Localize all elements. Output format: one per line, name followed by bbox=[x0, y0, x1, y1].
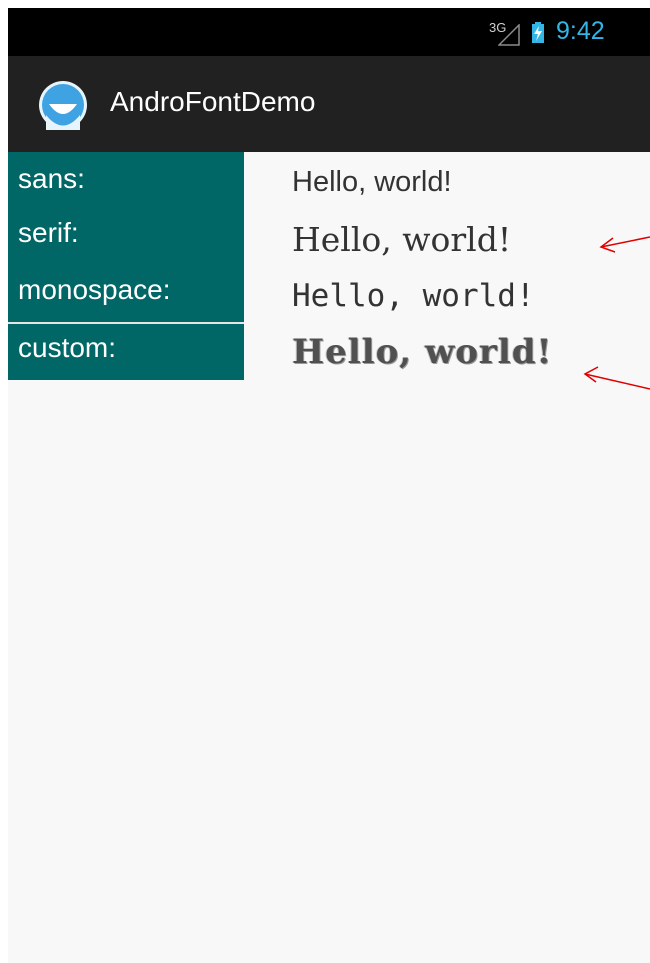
app-title: AndroFontDemo bbox=[110, 86, 316, 117]
label-sans: sans: bbox=[18, 163, 85, 194]
sample-text-sans: Hello, world! bbox=[292, 166, 452, 198]
font-label-panel: sans: serif: monospace: custom: bbox=[8, 152, 244, 380]
arrow-custom-icon bbox=[583, 366, 650, 390]
cell-signal-icon bbox=[498, 24, 520, 46]
label-serif: serif: bbox=[18, 217, 79, 248]
app-logo-icon[interactable] bbox=[38, 80, 88, 130]
status-bar: 3G 9:42 bbox=[8, 8, 650, 56]
arrow-serif-icon bbox=[599, 236, 650, 253]
sample-text-monospace: Hello, world! bbox=[292, 278, 535, 314]
action-bar: AndroFontDemo bbox=[8, 56, 650, 152]
label-custom: custom: bbox=[18, 332, 117, 363]
status-time: 9:42 bbox=[556, 17, 605, 45]
divider bbox=[8, 322, 244, 324]
sample-text-custom: Hello, world! bbox=[292, 332, 553, 372]
phone-screen: 3G 9:42 AndroFontDemo sans: serif: monos… bbox=[8, 8, 650, 963]
label-monospace: monospace: bbox=[18, 274, 171, 305]
battery-charging-icon bbox=[532, 22, 544, 43]
sample-text-serif: Hello, world! bbox=[292, 220, 512, 259]
